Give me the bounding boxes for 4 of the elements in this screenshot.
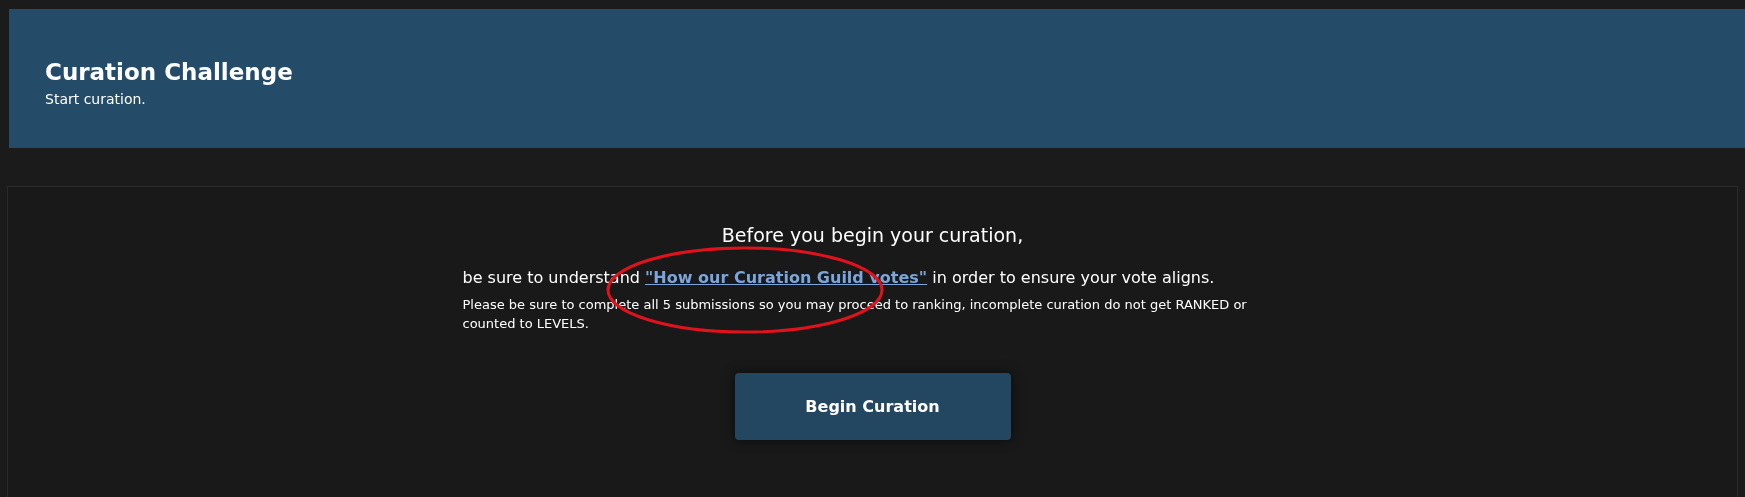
page-subtitle: Start curation. — [45, 91, 146, 107]
intro-heading: Before you begin your curation, — [721, 224, 1024, 246]
begin-curation-button[interactable]: Begin Curation — [734, 373, 1011, 440]
page-title: Curation Challenge — [45, 59, 293, 85]
